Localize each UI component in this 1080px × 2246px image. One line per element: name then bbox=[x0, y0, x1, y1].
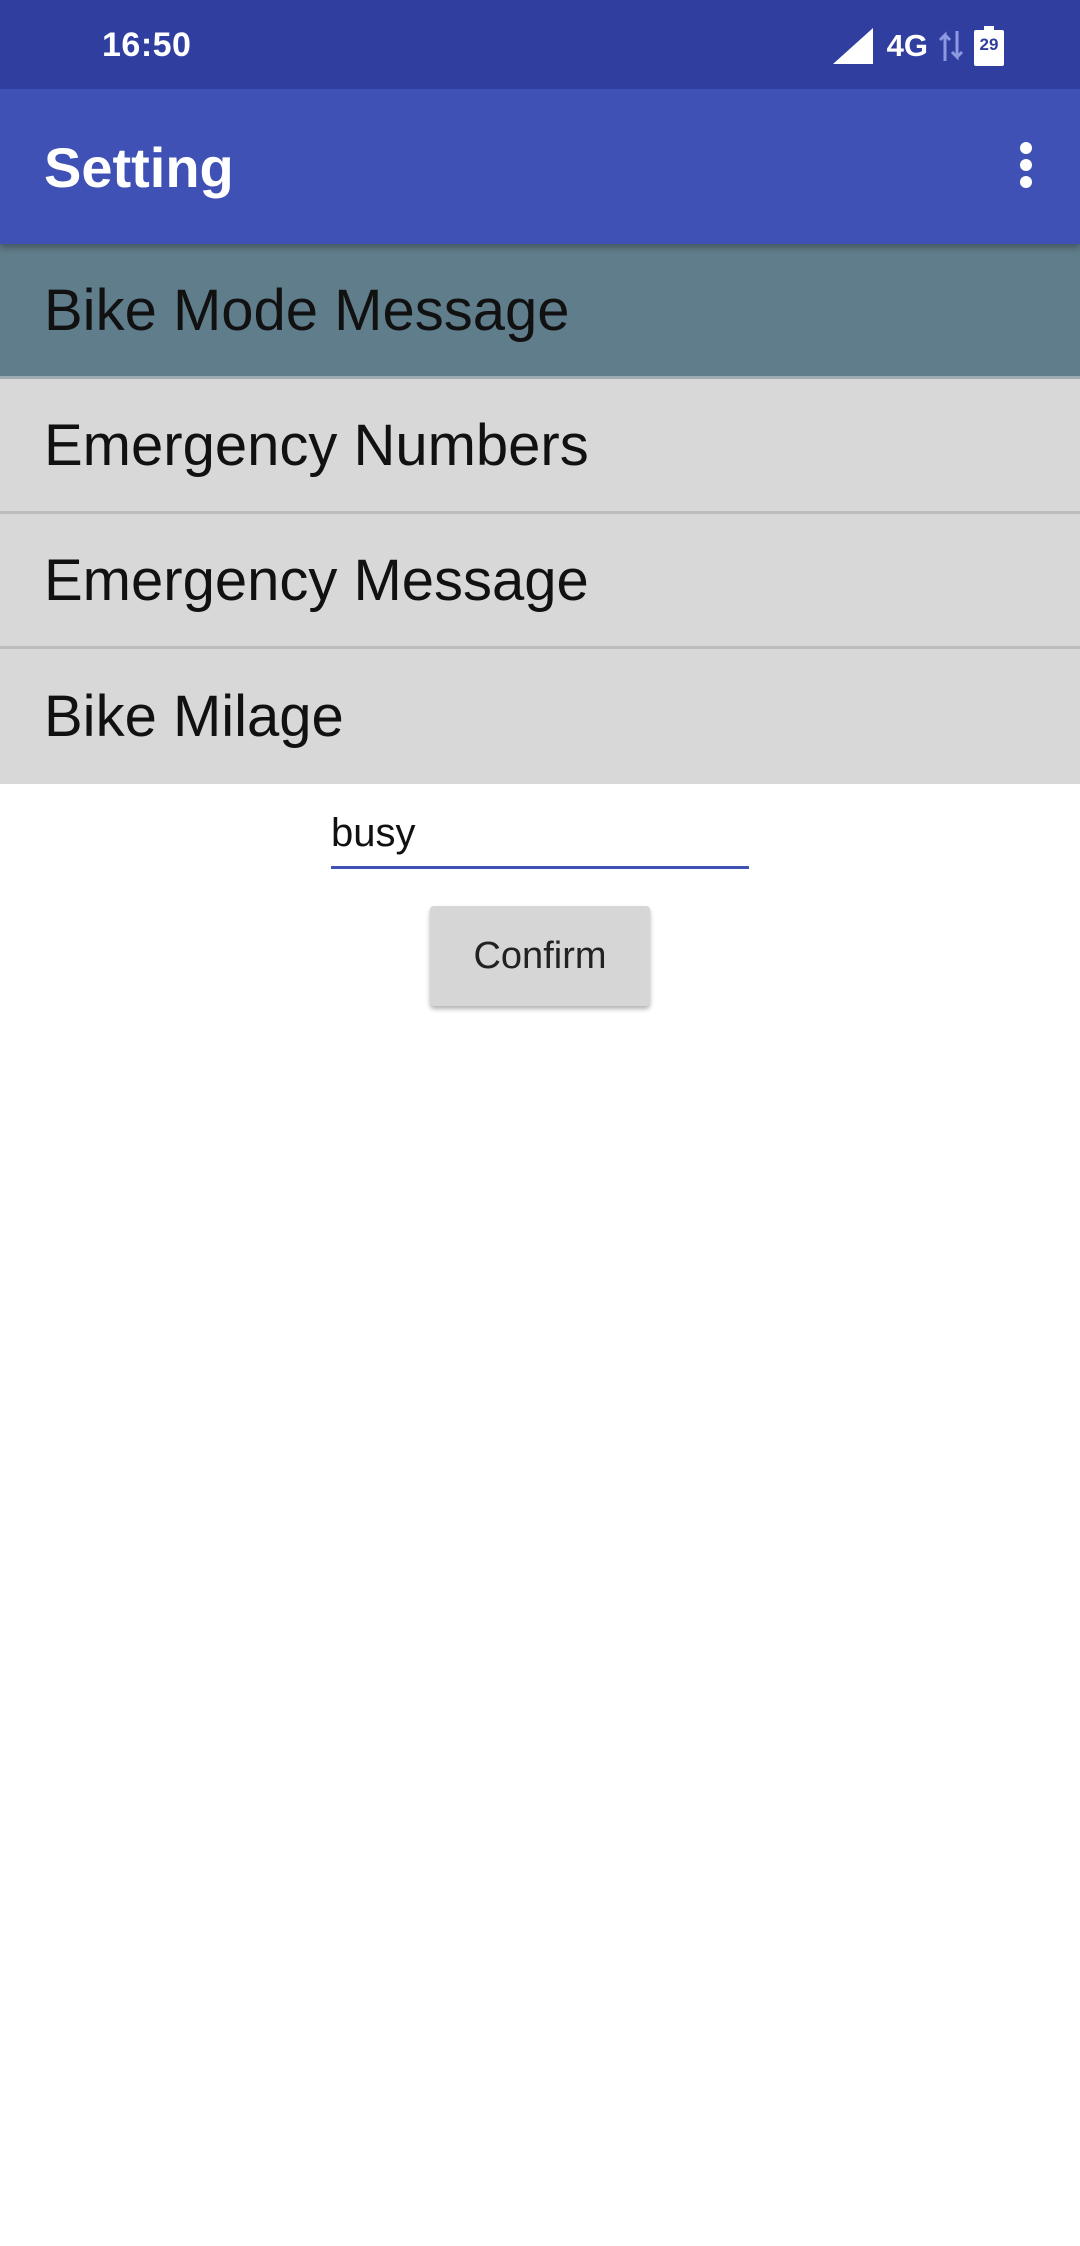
menu-item-emergency-message[interactable]: Emergency Message bbox=[0, 514, 1080, 649]
signal-icon bbox=[832, 28, 873, 64]
battery-icon: 29 bbox=[974, 26, 1004, 66]
settings-menu-list: Bike Mode Message Emergency Numbers Emer… bbox=[0, 244, 1080, 784]
menu-item-label: Bike Mode Message bbox=[44, 277, 570, 343]
app-bar: Setting bbox=[0, 89, 1080, 244]
confirm-button[interactable]: Confirm bbox=[430, 906, 650, 1006]
status-icons: 4G 29 bbox=[832, 26, 1004, 66]
more-vert-icon bbox=[1019, 141, 1033, 194]
menu-item-bike-mode-message[interactable]: Bike Mode Message bbox=[0, 244, 1080, 379]
status-time: 16:50 bbox=[102, 26, 192, 64]
page-title: Setting bbox=[44, 136, 234, 199]
menu-item-label: Bike Milage bbox=[44, 684, 344, 749]
menu-item-label: Emergency Numbers bbox=[44, 412, 589, 478]
data-transfer-icon bbox=[938, 29, 964, 63]
status-bar: 16:50 4G 29 bbox=[0, 0, 1080, 89]
message-input[interactable] bbox=[331, 781, 749, 869]
menu-item-label: Emergency Message bbox=[44, 547, 589, 613]
menu-item-bike-milage[interactable]: Bike Milage bbox=[0, 649, 1080, 784]
menu-item-emergency-numbers[interactable]: Emergency Numbers bbox=[0, 379, 1080, 514]
battery-level-label: 29 bbox=[979, 35, 999, 54]
overflow-menu-button[interactable] bbox=[994, 129, 1058, 205]
network-type-label: 4G bbox=[886, 28, 928, 63]
